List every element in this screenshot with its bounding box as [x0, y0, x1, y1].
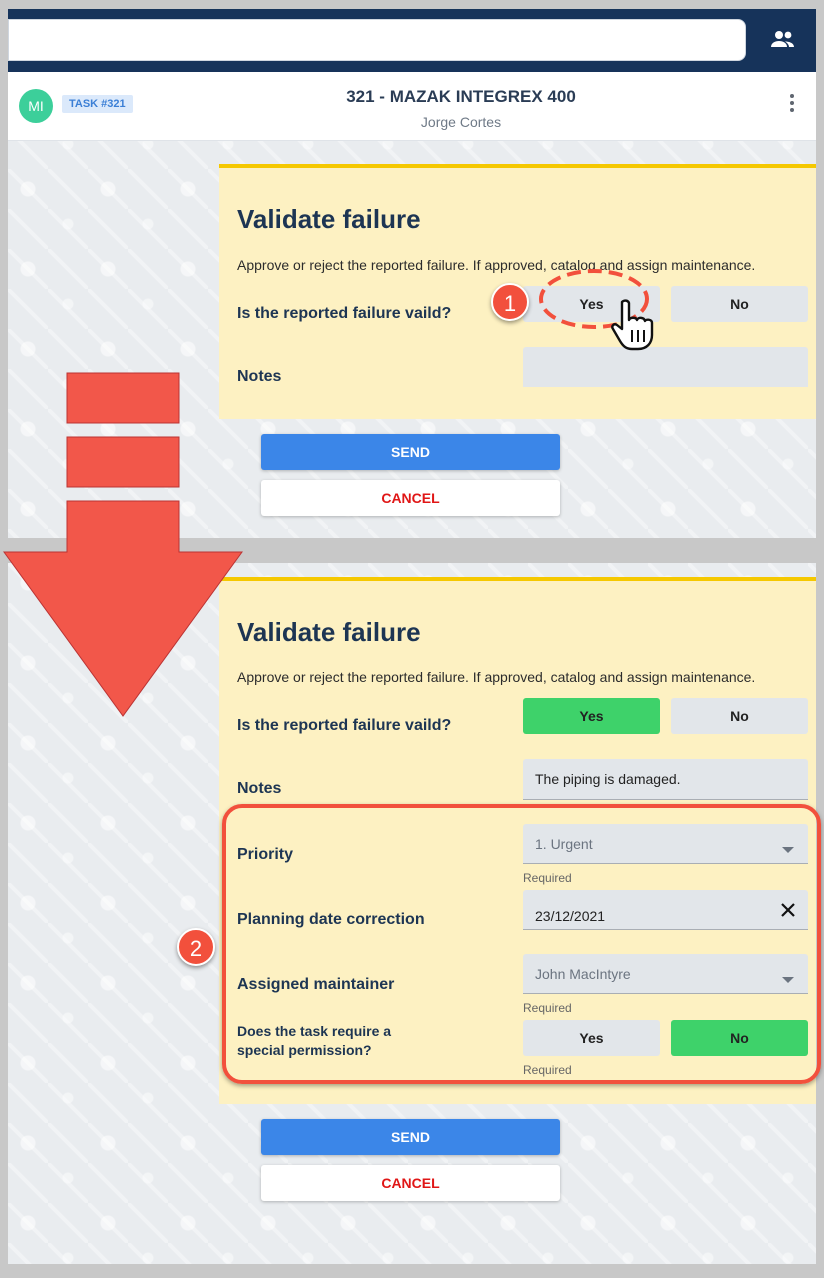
send-button[interactable]: SEND — [261, 1119, 560, 1155]
card-title: Validate failure — [237, 617, 421, 647]
notes-field[interactable]: The piping is damaged. — [523, 759, 808, 800]
card-description: Approve or reject the reported failure. … — [237, 257, 756, 273]
avatar[interactable]: MI — [19, 89, 53, 123]
step-1-marker: 1 — [491, 283, 529, 321]
task-header: MI TASK #321 321 - MAZAK INTEGREX 400 Jo… — [8, 72, 816, 141]
valid-question-label: Is the reported failure vaild? — [237, 717, 452, 734]
more-vertical-icon[interactable] — [789, 94, 795, 116]
send-button[interactable]: SEND — [261, 434, 560, 470]
highlight-box — [222, 804, 821, 1084]
yes-button[interactable]: Yes — [523, 698, 660, 734]
task-badge: TASK #321 — [62, 95, 133, 113]
cancel-button[interactable]: CANCEL — [261, 1165, 560, 1201]
down-arrow-icon — [3, 372, 243, 717]
people-icon[interactable] — [770, 29, 796, 49]
notes-label: Notes — [237, 780, 282, 797]
notes-field[interactable] — [523, 347, 808, 387]
no-button[interactable]: No — [671, 698, 808, 734]
search-input[interactable] — [8, 19, 746, 61]
hand-pointer-icon — [611, 299, 654, 351]
top-navigation-bar — [8, 9, 816, 72]
cancel-button[interactable]: CANCEL — [261, 480, 560, 516]
no-button[interactable]: No — [671, 286, 808, 322]
card-title: Validate failure — [237, 204, 421, 234]
valid-question-label: Is the reported failure vaild? — [237, 305, 452, 322]
step-2-marker: 2 — [177, 928, 215, 966]
assignee-name: Jorge Cortes — [420, 114, 502, 130]
page-title: 321 - MAZAK INTEGREX 400 — [346, 87, 576, 106]
card-description: Approve or reject the reported failure. … — [237, 669, 756, 685]
